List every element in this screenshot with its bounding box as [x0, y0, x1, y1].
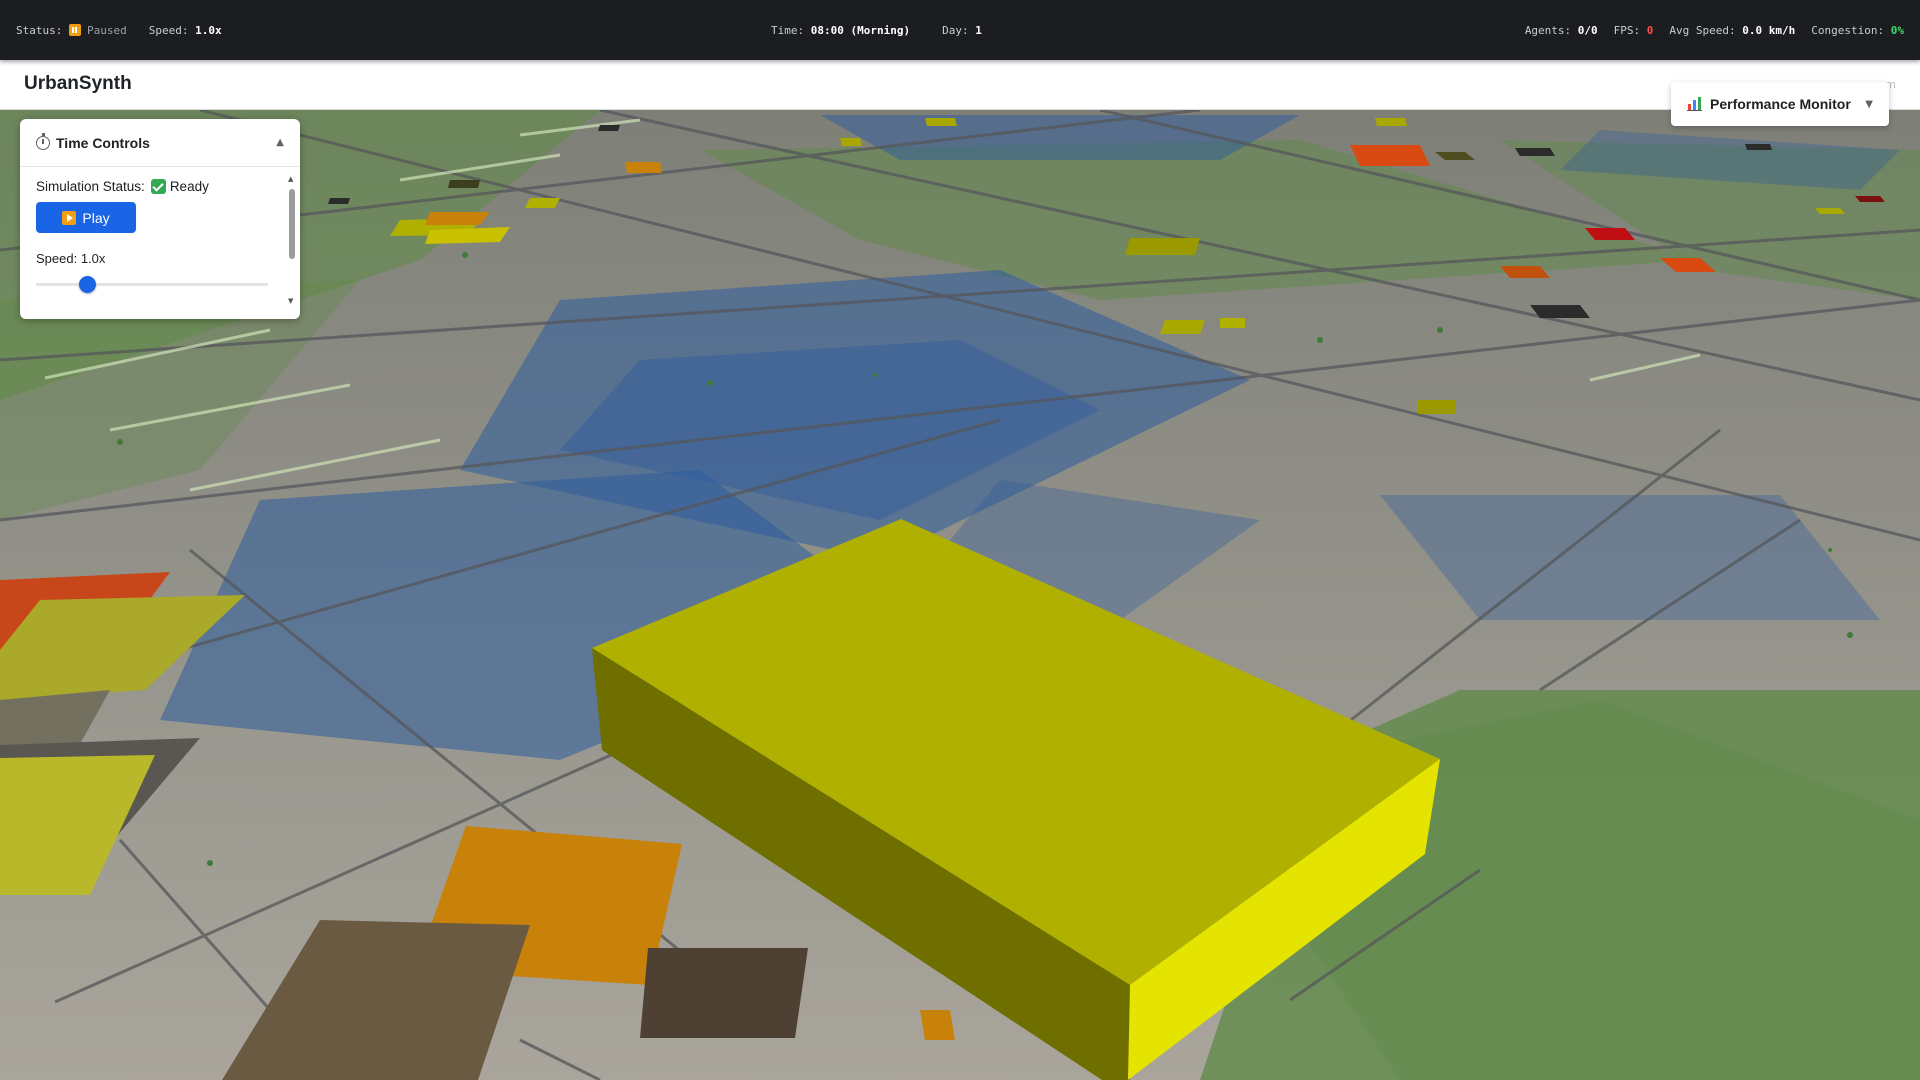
building	[1815, 208, 1845, 214]
time-controls-title-wrap: Time Controls	[36, 132, 150, 151]
building	[840, 138, 862, 146]
building	[1125, 238, 1200, 255]
avg-speed-indicator: Avg Speed: 0.0 km/h	[1669, 24, 1795, 37]
speed-slider-thumb[interactable]	[79, 276, 96, 293]
building	[1160, 320, 1205, 334]
status-bar-right: Agents: 0/0 FPS: 0 Avg Speed: 0.0 km/h C…	[1525, 0, 1904, 60]
time-indicator: Time: 08:00 (Morning)	[771, 24, 910, 37]
status-value: Paused	[86, 23, 127, 37]
building	[1745, 144, 1772, 150]
title-bar: UrbanSynth m	[0, 60, 1920, 110]
scroll-thumb[interactable]	[289, 189, 295, 259]
building	[925, 118, 957, 126]
time-value: 08:00 (Morning)	[810, 23, 911, 37]
agent-dot	[707, 380, 713, 386]
simulation-status-value: Ready	[169, 179, 209, 194]
congestion-indicator: Congestion: 0%	[1811, 24, 1904, 37]
app-title: UrbanSynth	[24, 73, 132, 94]
agents-label: Agents:	[1524, 23, 1572, 37]
building	[525, 198, 560, 208]
agent-dot	[1437, 327, 1443, 333]
simulation-status: Simulation Status: Ready	[36, 179, 284, 194]
day-value: 1	[975, 23, 982, 37]
building	[920, 1010, 955, 1040]
fps-label: FPS:	[1613, 23, 1641, 37]
status-label: Status:	[16, 23, 63, 37]
stopwatch-icon	[36, 132, 50, 150]
pause-icon	[68, 23, 81, 36]
speed-slider[interactable]	[36, 276, 268, 293]
speed-value: 1.0x	[195, 23, 222, 37]
building	[598, 125, 620, 131]
building	[1220, 318, 1245, 328]
agent-dot	[462, 252, 468, 258]
agent-dot	[1847, 632, 1853, 638]
panel-scrollbar[interactable]: ▲ ▼	[287, 175, 297, 305]
building	[1418, 400, 1455, 414]
water-zone	[820, 115, 1300, 160]
time-controls-panel: Time Controls ▲ Simulation Status: Ready…	[20, 119, 300, 319]
scroll-up-arrow-icon[interactable]: ▲	[288, 175, 293, 183]
day-indicator: Day: 1	[942, 24, 982, 37]
time-controls-body: Simulation Status: Ready Play Speed: 1.0…	[20, 167, 300, 319]
speed-slider-label: Speed: 1.0x	[36, 251, 106, 266]
agent-dot	[207, 860, 213, 866]
speed-slider-track[interactable]	[36, 283, 268, 286]
agent-dot	[117, 439, 123, 445]
agents-value: 0/0	[1577, 23, 1598, 37]
time-controls-title: Time Controls	[56, 134, 150, 151]
building	[328, 198, 350, 204]
agent-dot	[873, 373, 877, 377]
congestion-label: Congestion:	[1811, 23, 1885, 37]
status-bar-left: Status: Paused Speed: 1.0x	[16, 0, 222, 60]
avg-speed-value: 0.0 km/h	[1742, 23, 1796, 37]
building	[1855, 196, 1885, 202]
building	[640, 948, 808, 1038]
time-label: Time:	[771, 23, 805, 37]
building	[1350, 145, 1430, 166]
agent-dot	[1317, 337, 1323, 343]
play-button-label: Play	[82, 209, 110, 226]
check-icon	[150, 179, 166, 194]
building	[1375, 118, 1407, 126]
speed-label: Speed:	[148, 23, 189, 37]
day-label: Day:	[942, 23, 969, 37]
chevron-down-icon[interactable]: ▼	[1865, 99, 1873, 110]
agents-indicator: Agents: 0/0	[1525, 24, 1598, 37]
performance-monitor-label: Performance Monitor	[1710, 96, 1851, 112]
status-indicator: Status: Paused	[16, 23, 127, 37]
agent-dot	[1828, 548, 1832, 552]
congestion-value: 0%	[1890, 23, 1904, 37]
building	[625, 162, 662, 173]
fps-indicator: FPS: 0	[1614, 24, 1654, 37]
fps-value: 0	[1646, 23, 1654, 37]
building	[448, 180, 480, 188]
scroll-down-arrow-icon[interactable]: ▼	[288, 297, 293, 305]
status-bar-center: Time: 08:00 (Morning) Day: 1	[771, 0, 982, 60]
building	[425, 212, 490, 225]
time-controls-header[interactable]: Time Controls ▲	[20, 119, 300, 167]
performance-monitor-dropdown[interactable]: Performance Monitor ▼	[1671, 82, 1889, 126]
speed-indicator: Speed: 1.0x	[149, 24, 222, 37]
avg-speed-label: Avg Speed:	[1669, 23, 1736, 37]
bar-chart-icon	[1687, 97, 1702, 111]
status-bar: Status: Paused Speed: 1.0x Time: 08:00 (…	[0, 0, 1920, 60]
building	[1530, 305, 1590, 318]
play-icon	[62, 210, 77, 225]
play-button[interactable]: Play	[36, 202, 136, 233]
chevron-up-icon[interactable]: ▲	[276, 137, 284, 148]
building	[1515, 148, 1555, 156]
simulation-status-label: Simulation Status:	[36, 179, 145, 194]
